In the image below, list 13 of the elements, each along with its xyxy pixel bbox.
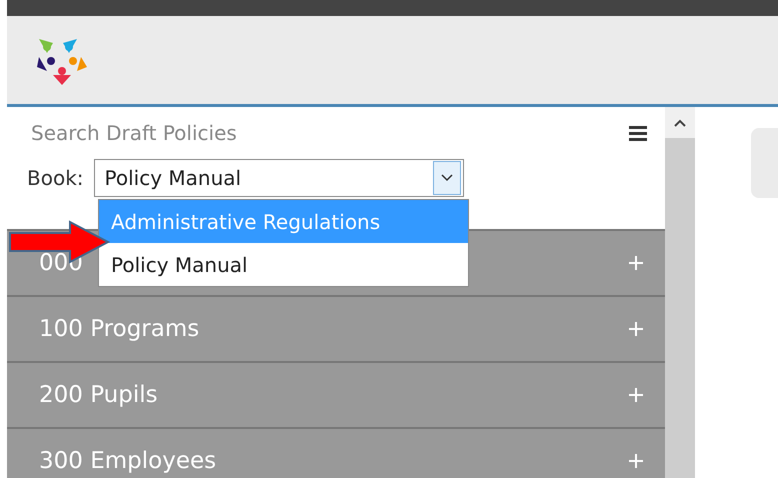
dropdown-option[interactable]: Administrative Regulations (99, 200, 468, 243)
section-row[interactable]: 300 Employees (7, 427, 665, 478)
menu-icon[interactable] (629, 125, 647, 141)
section-title: 100 Programs (39, 316, 200, 342)
section-title: 200 Pupils (39, 382, 158, 408)
book-select[interactable]: Policy Manual (94, 159, 464, 197)
section-row[interactable]: 200 Pupils (7, 361, 665, 427)
scrollbar[interactable] (665, 107, 695, 478)
section-row[interactable]: 100 Programs (7, 295, 665, 361)
scroll-up-icon[interactable] (674, 118, 686, 126)
book-label: Book: (27, 166, 84, 190)
caret-icon (440, 174, 453, 182)
section-title: 300 Employees (39, 448, 216, 474)
